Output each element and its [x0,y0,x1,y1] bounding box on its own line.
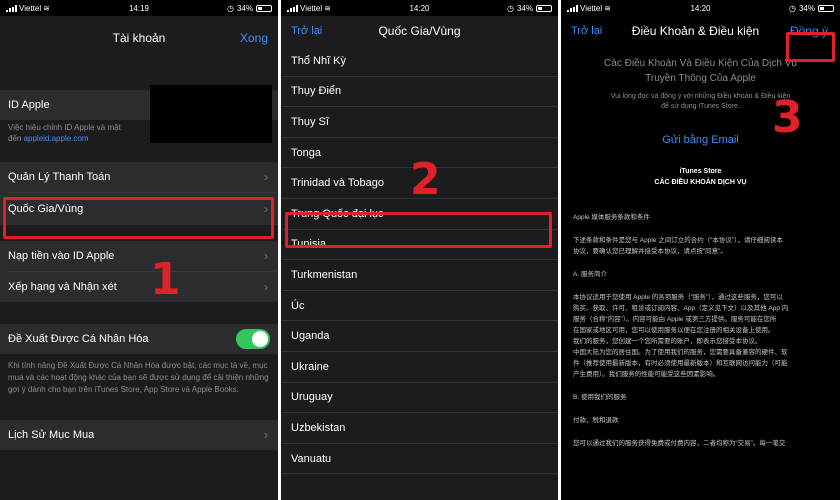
chevron-right-icon: › [264,249,268,263]
step-number-1: 1 [150,254,181,305]
country-item[interactable]: Uzbekistan [281,413,558,444]
clock: 14:19 [128,3,150,13]
payment-row[interactable]: Quản Lý Thanh Toán › [0,162,278,192]
country-item[interactable]: Thụy Sĩ [281,107,558,138]
country-item[interactable]: Uganda [281,321,558,352]
store-heading: iTunes Store CÁC ĐIỀU KHOẢN DỊCH VỤ [654,168,747,186]
panel-divider [278,0,281,500]
clock: 14:20 [409,3,430,13]
terms-body: Apple 媒体服务条款和条件 下述条款和条件是您与 Apple 之间订立的合约… [573,214,789,447]
account-screen: Viettel ≋ 14:19 ◷ 34% Tài khoản Xong ID … [0,0,278,500]
highlight-country-row [3,197,274,239]
done-button[interactable]: Xong [240,31,268,45]
country-item[interactable]: Thổ Nhĩ Kỳ [281,46,558,77]
highlight-agree-button [786,32,835,62]
appleid-link[interactable]: appleid.apple.com [24,134,89,143]
country-item[interactable]: Vanuatu [281,444,558,475]
terms-screen: Viettel ≋ 14:20 ◷ 34% Trở lại Điều Khoản… [561,0,840,500]
page-title: Tài khoản [112,31,166,45]
screenshot-composite: Viettel ≋ 14:19 ◷ 34% Tài khoản Xong ID … [0,0,840,500]
nav-bar: Tài khoản Xong [0,16,278,60]
battery-icon [536,4,552,12]
country-item[interactable]: Turkmenistan [281,260,558,291]
panel-divider [558,0,561,500]
topup-row[interactable]: Nạp tiền vào ID Apple › [0,241,278,271]
country-item[interactable]: Ukraine [281,352,558,383]
highlight-selected-country [285,212,552,248]
country-item[interactable]: Thụy Điển [281,77,558,108]
status-bar: Viettel ≋ 14:20 ◷ 34% [561,0,840,16]
country-item[interactable]: Úc [281,291,558,322]
battery-icon [818,4,834,12]
status-bar: Viettel ≋ 14:19 ◷ 34% [0,0,278,16]
personalized-note: Khi tính năng Đề Xuất Được Cá Nhân Hóa đ… [8,361,269,394]
page-title: Điều Khoản & Điều kiện [631,24,760,38]
chevron-right-icon: › [264,428,268,442]
battery-icon [256,4,272,12]
country-list: Thổ Nhĩ Kỳ Thụy Điển Thụy Sĩ Tonga Trini… [281,46,558,475]
step-number-2: 2 [410,154,441,205]
personalized-toggle[interactable] [236,329,270,349]
page-title: Quốc Gia/Vùng [378,24,461,38]
back-button[interactable]: Trở lại [291,25,322,37]
redacted-block [150,85,272,143]
apple-id-label: ID Apple [8,99,50,111]
country-region-screen: Viettel ≋ 14:20 ◷ 34% Trở lại Quốc Gia/V… [281,0,558,500]
step-number-3: 3 [772,92,803,143]
chevron-right-icon: › [264,280,268,294]
nav-bar: Trở lại Quốc Gia/Vùng [281,16,558,46]
back-button[interactable]: Trở lại [571,25,602,37]
country-item[interactable]: Uruguay [281,383,558,414]
status-bar: Viettel ≋ 14:20 ◷ 34% [281,0,558,16]
personalized-row: Đề Xuất Được Cá Nhân Hóa [0,324,278,354]
ratings-row[interactable]: Xếp hạng và Nhận xét › [0,272,278,302]
purchase-history-row[interactable]: Lịch Sử Mục Mua › [0,420,278,450]
clock: 14:20 [690,3,711,13]
chevron-right-icon: › [264,170,268,184]
